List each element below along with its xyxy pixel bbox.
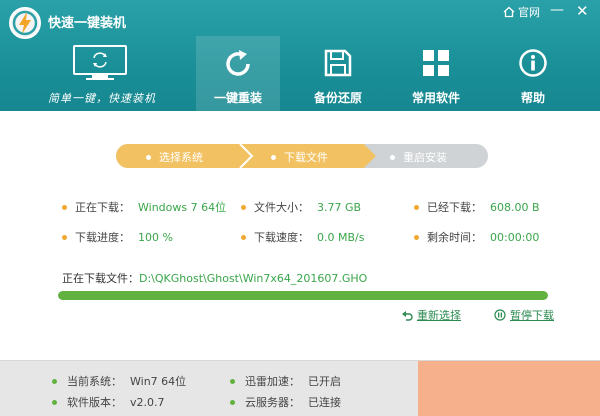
footer-corner-panel [418,361,600,416]
info-remaining-time: 剩余时间： 00:00:00 [414,229,539,245]
footer-label: 迅雷加速： [245,375,300,388]
path-label: 正在下载文件： [62,272,139,285]
home-link-label: 官网 [518,6,540,19]
monitor-icon [73,45,127,80]
download-progress-bar [58,291,548,300]
info-value: 608.00 B [490,200,540,214]
info-label: 已经下载： [427,201,482,214]
bullet [414,204,419,210]
tab-label: 一键重装 [213,91,262,105]
tab-label: 常用软件 [411,91,460,105]
progress-fill [58,291,548,300]
tab-label: 备份还原 [313,91,362,105]
footer-thunder-accel: 迅雷加速： 已开启 [230,373,341,389]
info-value: 100 % [138,230,173,244]
apps-grid-icon [423,50,449,76]
step-label: 下载文件 [284,151,328,164]
close-button[interactable]: ✕ [576,2,589,20]
bullet [414,234,419,240]
footer-software-version: 软件版本： v2.0.7 [52,394,165,410]
pause-icon [494,309,506,321]
pause-label: 暂停下载 [510,309,554,322]
minimize-button[interactable]: — [550,2,564,18]
pause-download-link[interactable]: 暂停下载 [494,307,554,323]
step-label: 选择系统 [159,151,203,164]
bullet [230,378,235,384]
footer-label: 当前系统： [67,375,122,388]
undo-icon [402,310,413,321]
footer-value: 已连接 [308,396,341,409]
tab-help[interactable]: 帮助 [491,36,575,111]
info-progress: 下载进度： 100 % [62,229,173,245]
tab-common-software[interactable]: 常用软件 [394,36,478,111]
footer-value: Win7 64位 [130,375,187,388]
footer-cloud-server: 云服务器： 已连接 [230,394,341,410]
info-downloaded: 已经下载： 608.00 B [414,199,540,215]
app-title: 快速一键装机 [48,16,127,31]
info-label: 正在下载： [75,201,130,214]
footer-current-system: 当前系统： Win7 64位 [52,373,186,389]
bullet [62,234,67,240]
home-icon [503,6,515,18]
step-restart-install: 重启安装 [390,149,447,165]
info-icon [519,49,547,77]
info-label: 文件大小： [254,201,309,214]
home-link[interactable]: 官网 [503,4,540,20]
step-dot [390,154,395,160]
step-download-file: 下载文件 [271,149,328,165]
status-footer: 当前系统： Win7 64位 迅雷加速： 已开启 软件版本： v2.0.7 云服… [0,360,600,416]
info-current-download: 正在下载： Windows 7 64位 [62,199,226,215]
info-label: 下载进度： [75,231,130,244]
step-dot [271,154,276,160]
install-steps: 选择系统 下载文件 重启安装 [116,144,488,168]
app-slogan: 简单一键，快速装机 [48,92,156,105]
tab-label: 帮助 [520,91,545,105]
step-label: 重启安装 [403,151,447,164]
bullet [52,378,57,384]
step-select-system: 选择系统 [146,149,203,165]
tab-one-key-reinstall[interactable]: 一键重装 [196,36,280,111]
reselect-link[interactable]: 重新选择 [402,307,461,323]
info-value: 3.77 GB [317,200,362,214]
app-logo-icon [9,7,41,39]
refresh-icon [226,50,250,76]
header-bar: 快速一键装机 官网 — ✕ 简单一键，快速装机 一键重装 备份还原 常用软件 帮… [0,0,600,111]
tab-backup-restore[interactable]: 备份还原 [296,36,380,111]
reselect-label: 重新选择 [417,309,461,322]
info-label: 下载速度： [254,231,309,244]
save-icon [324,49,352,77]
info-speed: 下载速度： 0.0 MB/s [241,229,364,245]
step-dot [146,154,151,160]
info-value: 0.0 MB/s [317,230,365,244]
info-value: 00:00:00 [490,230,540,244]
footer-label: 软件版本： [67,396,122,409]
info-file-size: 文件大小： 3.77 GB [241,199,361,215]
path-value: D:\QKGhost\Ghost\Win7x64_201607.GHO [139,272,368,285]
bullet [241,204,246,210]
download-file-path: 正在下载文件：D:\QKGhost\Ghost\Win7x64_201607.G… [62,270,367,286]
footer-label: 云服务器： [245,396,300,409]
footer-value: v2.0.7 [130,395,165,409]
bullet [230,399,235,405]
footer-value: 已开启 [308,375,341,388]
bullet [62,204,67,210]
bullet [52,399,57,405]
info-label: 剩余时间： [427,231,482,244]
bullet [241,234,246,240]
info-value: Windows 7 64位 [138,201,227,214]
